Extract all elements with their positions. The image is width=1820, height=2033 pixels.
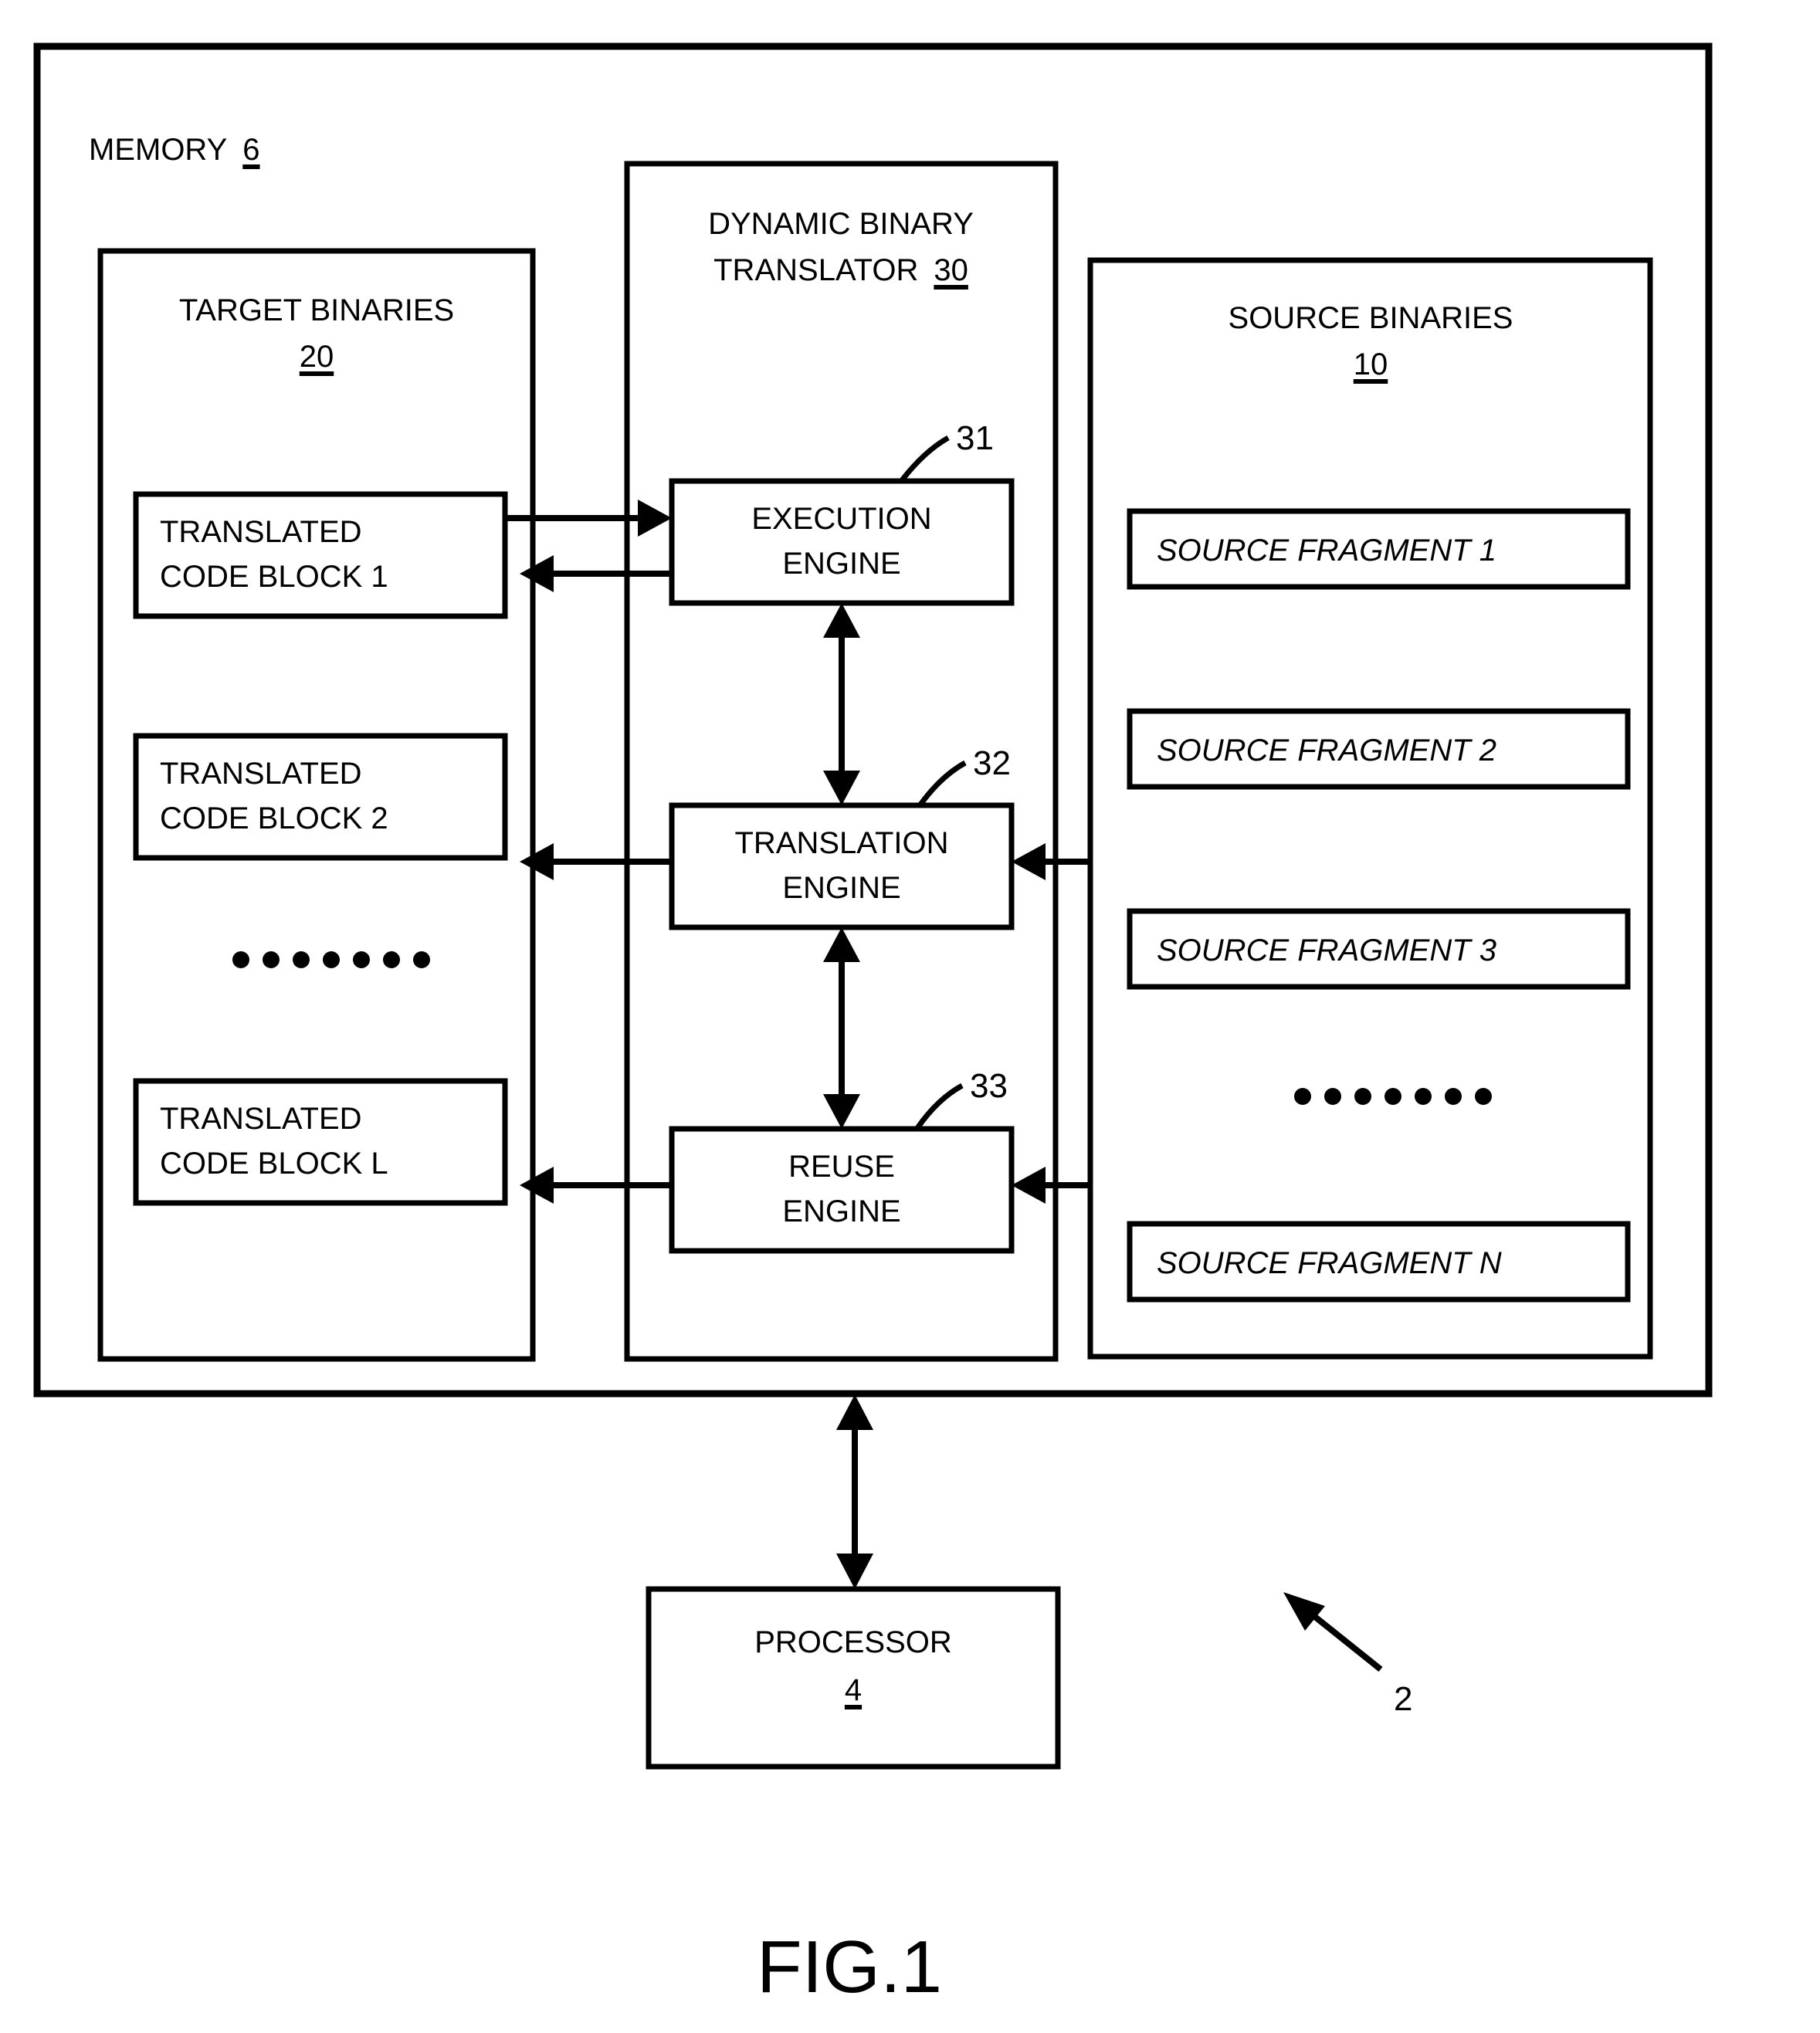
source-binaries-ellipsis xyxy=(1294,1088,1492,1105)
execution-engine-leader-line xyxy=(900,435,950,483)
memory-title-label: MEMORY xyxy=(89,133,227,167)
translation-engine-line1: TRANSLATION xyxy=(734,826,948,860)
translator-ref: 30 xyxy=(934,253,968,287)
source-fragment-n-label: SOURCE FRAGMENT N xyxy=(1157,1246,1502,1280)
arrow-execution-translation-bidirectional xyxy=(823,603,860,805)
arrow-source-to-translation xyxy=(1012,843,1090,880)
translated-code-block-1-line2: CODE BLOCK 1 xyxy=(160,560,388,594)
translation-engine-line2: ENGINE xyxy=(782,871,900,905)
arrow-translation-to-target xyxy=(520,843,670,880)
arrow-execution-to-tcb1 xyxy=(520,555,670,592)
system-ref-arrow xyxy=(1283,1592,1383,1672)
translated-code-block-2-line1: TRANSLATED xyxy=(160,757,362,791)
target-binaries-ref: 20 xyxy=(300,340,334,374)
source-binaries-title: SOURCE BINARIES xyxy=(1229,301,1513,335)
translated-code-block-1-line1: TRANSLATED xyxy=(160,515,362,549)
translator-title-line2: TRANSLATOR xyxy=(713,253,918,287)
memory-ref-label: 6 xyxy=(242,133,259,167)
translated-code-block-1-box xyxy=(133,491,508,619)
translated-code-block-2-box xyxy=(133,733,508,861)
reuse-engine-line1: REUSE xyxy=(788,1150,895,1184)
reuse-engine-leader-line xyxy=(915,1083,964,1130)
arrow-source-to-reuse xyxy=(1012,1167,1090,1204)
processor-ref: 4 xyxy=(845,1673,862,1707)
arrow-translation-reuse-bidirectional xyxy=(823,927,860,1129)
patent-figure: MEMORY 6 TARGET BINARIES 20 TRANSLATED C… xyxy=(0,0,1820,2033)
translation-engine-leader-line xyxy=(918,760,967,807)
execution-engine-line2: ENGINE xyxy=(782,547,900,581)
translation-engine-box xyxy=(669,802,1015,930)
source-fragment-3-label: SOURCE FRAGMENT 3 xyxy=(1157,933,1496,967)
figure-caption: FIG.1 xyxy=(757,1926,942,2008)
target-binaries-ellipsis xyxy=(232,951,430,968)
translated-code-block-l-line1: TRANSLATED xyxy=(160,1102,362,1136)
translated-code-block-l-line2: CODE BLOCK L xyxy=(160,1147,388,1181)
source-fragment-2-label: SOURCE FRAGMENT 2 xyxy=(1157,734,1496,767)
translator-title-line1: DYNAMIC BINARY xyxy=(708,207,974,241)
reuse-engine-ref: 33 xyxy=(970,1067,1008,1105)
processor-title: PROCESSOR xyxy=(754,1625,952,1659)
source-fragment-1-label: SOURCE FRAGMENT 1 xyxy=(1157,534,1496,568)
target-binaries-title: TARGET BINARIES xyxy=(179,293,454,327)
execution-engine-box xyxy=(669,478,1015,606)
source-binaries-box xyxy=(1087,257,1653,1360)
system-ref-label: 2 xyxy=(1394,1680,1412,1718)
arrow-reuse-to-target xyxy=(520,1167,670,1204)
translated-code-block-l-box xyxy=(133,1078,508,1206)
translation-engine-ref: 32 xyxy=(973,744,1011,782)
figure-1-diagram: MEMORY 6 TARGET BINARIES 20 TRANSLATED C… xyxy=(33,42,1713,2008)
execution-engine-line1: EXECUTION xyxy=(751,502,931,536)
execution-engine-ref: 31 xyxy=(956,419,994,457)
arrow-memory-processor-bidirectional xyxy=(836,1394,873,1589)
reuse-engine-line2: ENGINE xyxy=(782,1194,900,1228)
source-binaries-ref: 10 xyxy=(1354,347,1388,381)
reuse-engine-box xyxy=(669,1126,1015,1254)
translated-code-block-2-line2: CODE BLOCK 2 xyxy=(160,801,388,835)
